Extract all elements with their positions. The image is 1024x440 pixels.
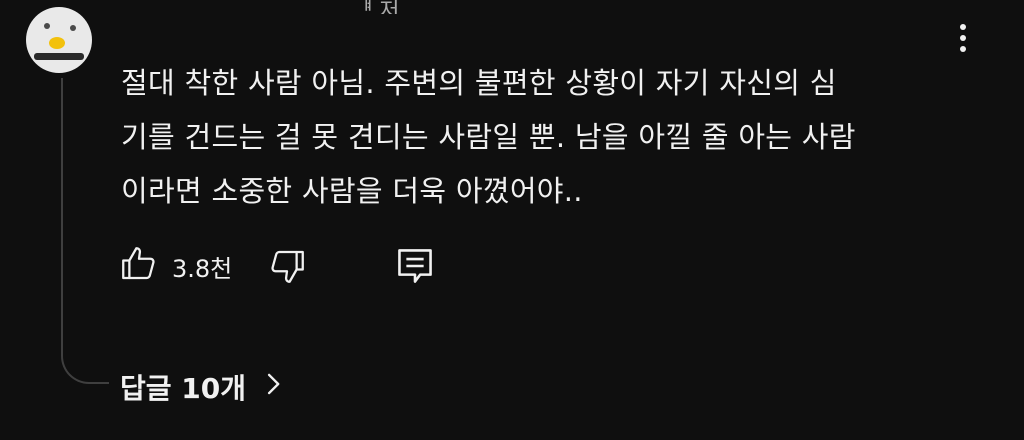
comment-text-line: 기를 건드는 걸 못 견디는 사람일 뿐. 남을 아낄 줄 아는 사람 <box>121 120 856 154</box>
thumbs-down-icon <box>266 250 308 291</box>
chevron-right-icon <box>264 371 282 404</box>
thumbs-up-icon <box>118 243 160 289</box>
comment-text: 절대 착한 사람 아님. 주변의 불편한 상황이 자기 자신의 심 기를 건드는… <box>121 56 981 218</box>
replies-label: 답글 10개 <box>120 372 246 405</box>
avatar[interactable] <box>26 7 92 73</box>
like-count: 3.8천 <box>172 254 233 283</box>
comment-reply-icon <box>396 249 434 291</box>
like-button[interactable]: 3.8천 <box>118 242 232 290</box>
thread-connector-line <box>61 78 109 384</box>
comment-text-line: 이라면 소중한 사람을 더욱 아꼈어야.. <box>121 174 583 208</box>
comment-text-line: 절대 착한 사람 아님. 주변의 불편한 상황이 자기 자신의 심 <box>121 66 837 100</box>
avatar-egg-yolk <box>49 37 65 49</box>
avatar-band <box>34 53 84 60</box>
comment-thread: ᅵᅧ 저 절대 착한 사람 아님. 주변의 불편한 상황이 자기 자신의 심 기… <box>0 0 1024 440</box>
avatar-dot <box>70 25 76 31</box>
menu-dot <box>960 46 966 52</box>
replies-toggle-button[interactable]: 답글 10개 <box>120 364 282 410</box>
author-name[interactable]: ᅵᅧ 저 <box>352 0 399 14</box>
more-vertical-icon[interactable] <box>948 18 978 58</box>
menu-dot <box>960 35 966 41</box>
menu-dot <box>960 24 966 30</box>
reply-button[interactable] <box>396 245 434 291</box>
avatar-dot <box>44 23 50 29</box>
comment-actions: 3.8천 <box>118 242 458 290</box>
dislike-button[interactable] <box>266 245 308 291</box>
